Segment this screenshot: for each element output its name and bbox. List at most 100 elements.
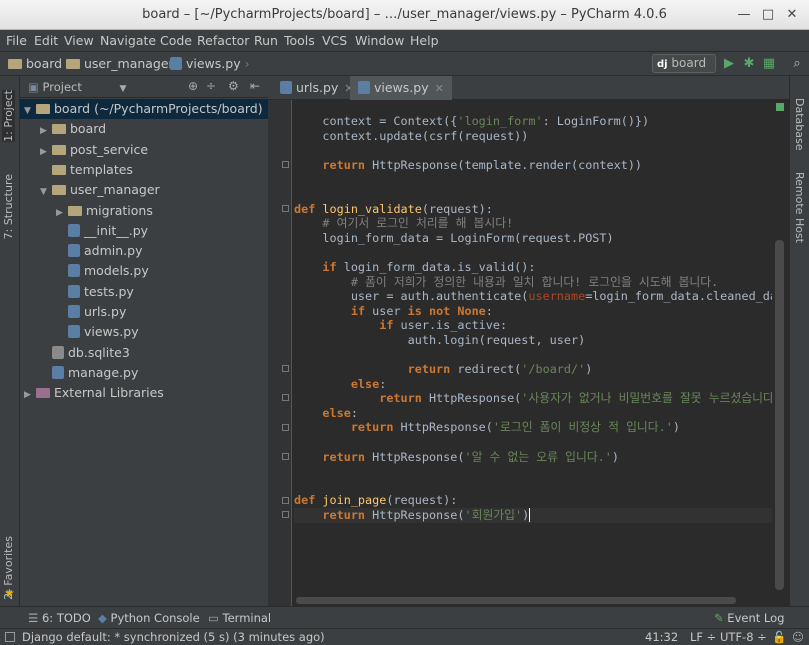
fold-marker-icon[interactable] xyxy=(282,511,289,519)
fold-marker-icon[interactable] xyxy=(282,394,289,402)
tree-item[interactable]: urls.py xyxy=(20,302,268,322)
tree-item[interactable]: ▼ board (~/PycharmProjects/board) xyxy=(20,99,268,119)
minimize-icon[interactable]: — xyxy=(736,7,752,23)
tool-tab-todo[interactable]: ☰ 6: TODO xyxy=(28,611,91,625)
breadcrumb-views-py[interactable]: views.py › xyxy=(170,56,250,71)
tree-item[interactable]: __init__.py xyxy=(20,221,268,241)
code-editor[interactable]: context = Context({'login_form': LoginFo… xyxy=(268,100,789,606)
tab-label: views.py xyxy=(374,80,429,95)
tree-item[interactable]: models.py xyxy=(20,261,268,281)
lock-icon[interactable]: 🔓 xyxy=(772,630,786,644)
tree-item[interactable]: db.sqlite3 xyxy=(20,343,268,363)
hide-panel-icon[interactable]: ⇤ xyxy=(250,79,260,93)
menu-navigate[interactable]: Navigate xyxy=(100,33,156,48)
python-file-icon xyxy=(68,325,80,339)
code-line: def join_page(request): xyxy=(294,493,772,508)
breadcrumb-board[interactable]: board › xyxy=(8,56,71,71)
menu-code[interactable]: Code xyxy=(160,33,192,48)
project-view-selector[interactable]: ▣ Project ▼ xyxy=(28,80,126,94)
menu-refactor[interactable]: Refactor xyxy=(197,33,249,48)
tab-views-py[interactable]: views.py ✕ xyxy=(350,76,452,100)
tree-item[interactable]: ▶ migrations xyxy=(20,201,268,221)
collapsed-arrow-icon[interactable]: ▶ xyxy=(40,142,52,162)
vertical-scrollbar[interactable] xyxy=(773,100,787,606)
code-token: return xyxy=(294,420,401,435)
tree-item[interactable]: tests.py xyxy=(20,282,268,302)
collapsed-arrow-icon[interactable]: ▶ xyxy=(56,203,68,223)
tree-item-label: urls.py xyxy=(84,304,127,319)
horizontal-scrollbar[interactable] xyxy=(292,594,773,606)
fold-marker-icon[interactable] xyxy=(282,204,289,212)
fold-marker-icon[interactable] xyxy=(282,452,289,460)
fold-marker-icon[interactable] xyxy=(282,423,289,431)
tool-tab-database[interactable]: Database xyxy=(793,98,806,151)
code-token: '알 수 없는 오류 입니다.' xyxy=(464,449,612,464)
tree-item[interactable]: ▶ External Libraries xyxy=(20,383,268,403)
expanded-arrow-icon[interactable]: ▼ xyxy=(40,182,52,202)
collapse-icon[interactable]: ÷ xyxy=(206,79,216,93)
expanded-arrow-icon[interactable]: ▼ xyxy=(24,101,36,121)
menu-help[interactable]: Help xyxy=(410,33,439,48)
tree-item-label: admin.py xyxy=(84,243,143,259)
file-encoding[interactable]: UTF-8 ÷ xyxy=(720,630,767,644)
vertical-scroll-thumb[interactable] xyxy=(775,240,784,590)
tool-tab-remote-host[interactable]: Remote Host xyxy=(793,172,806,243)
tool-tab-project[interactable]: 1: Project xyxy=(2,90,15,142)
debug-icon[interactable]: ✱ xyxy=(741,56,757,72)
maximize-icon[interactable]: □ xyxy=(760,7,776,23)
run-configuration-dropdown[interactable]: dj board ▼ xyxy=(652,54,716,88)
gear-icon[interactable]: ⚙ xyxy=(228,79,239,93)
code-token: # 여기서 로그인 처리를 해 봅시다! xyxy=(294,216,514,231)
breadcrumb-user-manager[interactable]: user_manager › xyxy=(66,56,183,71)
tree-item[interactable]: views.py xyxy=(20,322,268,342)
tool-tab-structure[interactable]: 7: Structure xyxy=(2,174,15,239)
search-icon[interactable]: ⌕ xyxy=(789,56,805,72)
tool-tab-python-console[interactable]: ◆ Python Console xyxy=(98,611,200,625)
tool-tab-terminal[interactable]: ▭ Terminal xyxy=(208,611,271,625)
collapsed-arrow-icon[interactable]: ▶ xyxy=(24,385,36,405)
fold-marker-icon[interactable] xyxy=(282,496,289,504)
tree-item[interactable]: ▼ user_manager xyxy=(20,180,268,200)
editor-gutter[interactable] xyxy=(268,100,292,606)
run-icon[interactable]: ▶ xyxy=(721,56,737,72)
caret-position[interactable]: 41:32 xyxy=(645,630,678,644)
menu-run[interactable]: Run xyxy=(254,33,278,48)
line-separator[interactable]: LF ÷ xyxy=(690,630,716,644)
terminal-icon: ▭ xyxy=(208,611,219,625)
tree-item[interactable]: templates xyxy=(20,160,268,180)
close-icon[interactable]: ✕ xyxy=(784,7,800,23)
inspector-icon[interactable]: ☺ xyxy=(792,630,804,644)
menu-vcs[interactable]: VCS xyxy=(322,33,347,48)
tool-tab-event-log[interactable]: ✎ Event Log xyxy=(714,611,784,625)
code-token: '/board/' xyxy=(521,362,586,377)
code-line: if login_form_data.is_valid(): xyxy=(294,260,772,275)
menu-tools[interactable]: Tools xyxy=(284,33,315,48)
tab-urls-py[interactable]: urls.py ✕ xyxy=(272,76,362,100)
run-config-label: board xyxy=(671,56,707,70)
code-token: return xyxy=(294,157,373,172)
code-token: (request): xyxy=(386,493,458,508)
project-header-label: Project xyxy=(42,80,82,94)
tree-item[interactable]: manage.py xyxy=(20,363,268,383)
tree-item[interactable]: ▶ post_service xyxy=(20,140,268,160)
collapsed-arrow-icon[interactable]: ▶ xyxy=(40,121,52,141)
code-line: login_form_data = LoginForm(request.POST… xyxy=(294,231,772,246)
menu-edit[interactable]: Edit xyxy=(34,33,58,48)
toggle-tool-windows-icon[interactable] xyxy=(5,632,15,642)
menu-window[interactable]: Window xyxy=(355,33,404,48)
menu-view[interactable]: View xyxy=(64,33,94,48)
sync-icon[interactable]: ⊕ xyxy=(188,79,198,93)
menu-file[interactable]: File xyxy=(6,33,27,48)
tree-item[interactable]: admin.py xyxy=(20,241,268,261)
fold-marker-icon[interactable] xyxy=(282,365,289,373)
code-token: : LoginForm()}) xyxy=(542,114,650,128)
project-panel-header: ▣ Project ▼ ⊕ ÷ ⚙ ⇤ xyxy=(20,76,268,98)
coverage-icon[interactable]: ▦ xyxy=(761,56,777,72)
horizontal-scroll-thumb[interactable] xyxy=(296,597,736,604)
code-area[interactable]: context = Context({'login_form': LoginFo… xyxy=(294,114,772,606)
tree-item[interactable]: ▶ board xyxy=(20,119,268,139)
fold-marker-icon[interactable] xyxy=(282,160,289,168)
code-token: return xyxy=(294,391,429,406)
close-icon[interactable]: ✕ xyxy=(435,82,444,95)
